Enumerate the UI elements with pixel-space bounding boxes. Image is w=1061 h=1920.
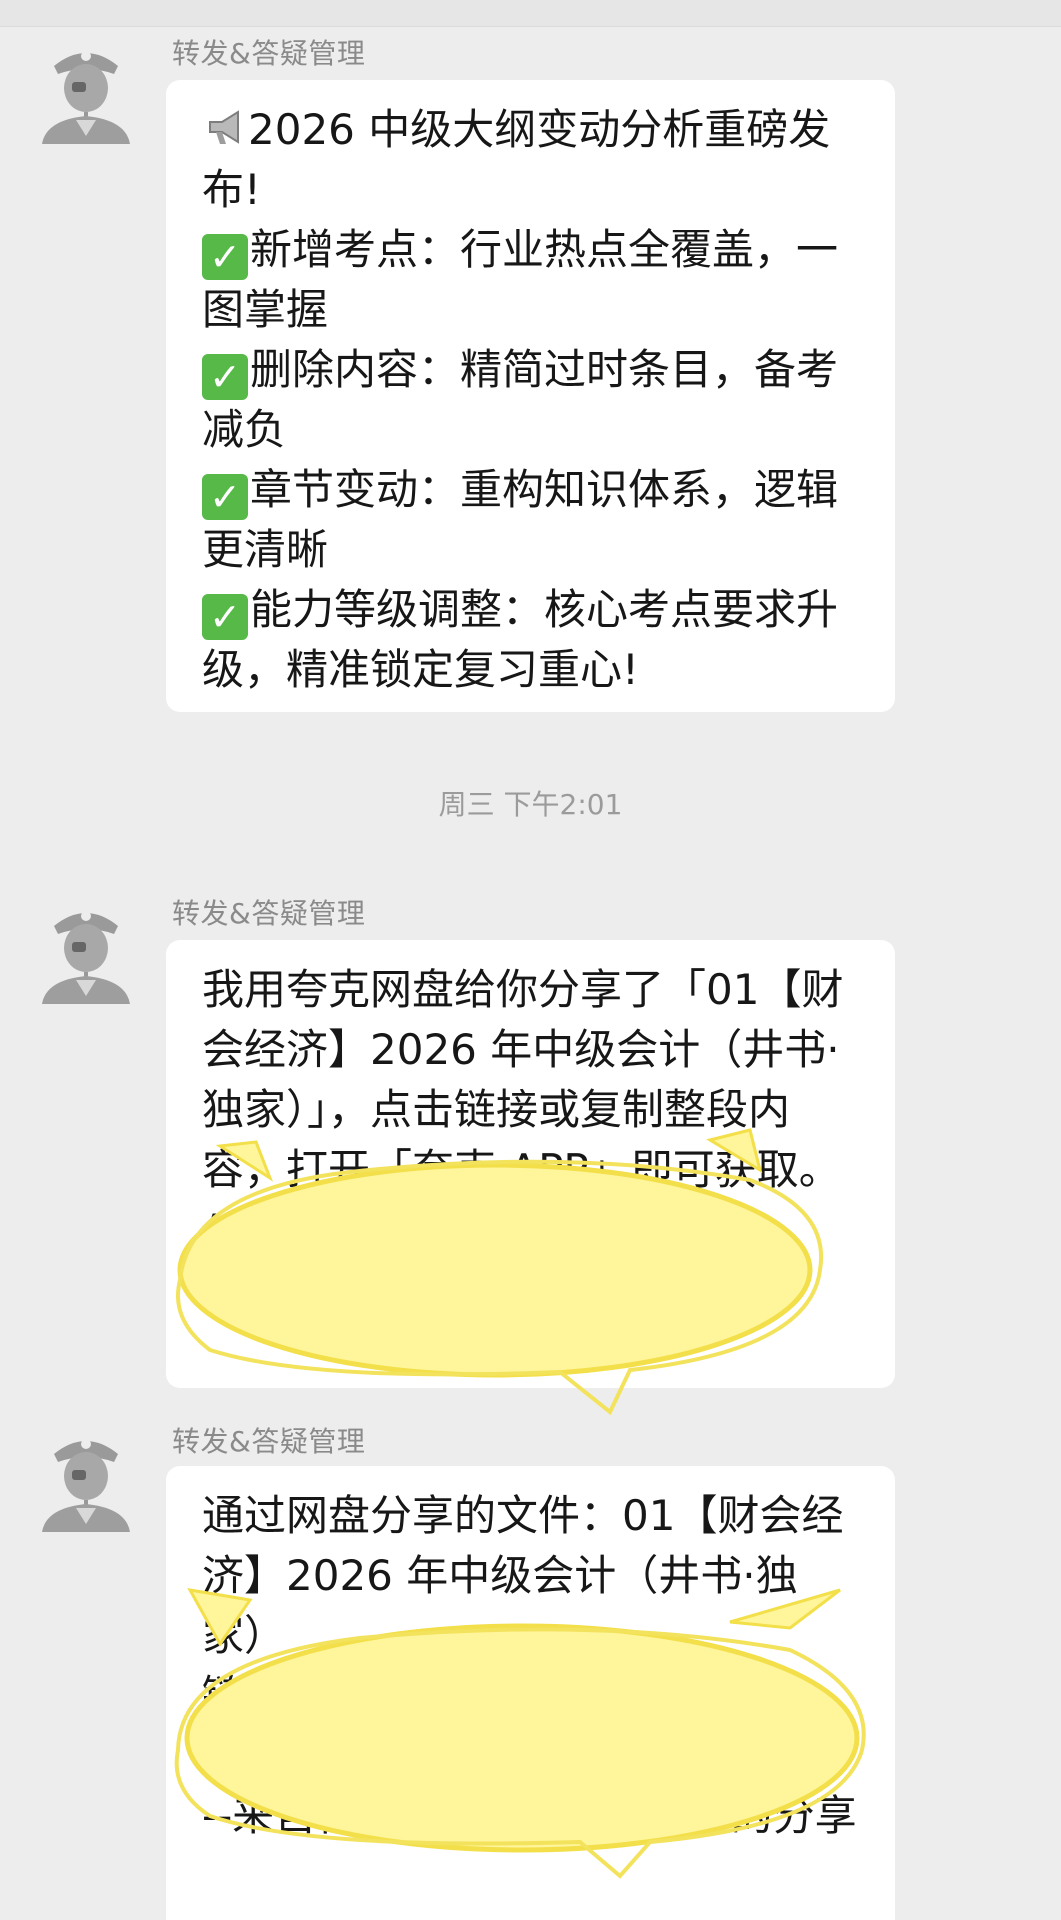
bubble-text-line: 章节变动：重构知识体系，逻辑	[250, 465, 839, 514]
check-mark-icon: ✓	[202, 234, 248, 280]
bubble-text-line: pw	[202, 1731, 264, 1780]
chat-timestamp: 周三 下午2:01	[438, 788, 623, 821]
megaphone-icon	[209, 110, 239, 144]
bubble-text-line: 家）	[202, 1611, 287, 1660]
bubble-text-line: ec	[202, 1265, 251, 1314]
sender-name: 转发&答疑管理	[172, 897, 366, 930]
bubble-text-line: /~d9	[202, 1205, 305, 1254]
bubble-text-line: 新增考点：行业热点全覆盖，一	[250, 225, 839, 274]
bubble-text-line: 容，打开「夸克 APP」即可获取。	[202, 1145, 841, 1194]
bubble-text-line: 级，精准锁定复习重心!	[202, 645, 639, 694]
message-bubble-1[interactable]: 2026 中级大纲变动分析重磅发 布! ✓ 新增考点：行业热点全覆盖，一 图掌握 …	[166, 80, 895, 712]
bubble-text-line: 济】2026 年中级会计（井书·独	[202, 1551, 798, 1600]
check-mark-icon: ✓	[202, 474, 248, 520]
bubble-text-line: 独家）」，点击链接或复制整段内	[202, 1085, 791, 1134]
message-bubble-3[interactable]: 通过网盘分享的文件：01【财会经 济】2026 年中级会计（井书·独 家） 链接…	[166, 1466, 895, 1920]
bubble-text-line: 会经济】2026 年中级会计（井书·	[202, 1025, 840, 1074]
check-mark-icon: ✓	[202, 354, 248, 400]
bubble-text-line: 链接	[202, 1671, 287, 1720]
top-status-strip	[0, 0, 1061, 27]
pirate-avatar-icon[interactable]	[36, 36, 136, 144]
bubble-text-line: 布!	[202, 165, 261, 214]
check-mark-icon: ✓	[202, 594, 248, 640]
bubble-text-line: --来自百度网盘超级会员 v5 的分享	[202, 1791, 857, 1840]
bubble-text-line: 我用夸克网盘给你分享了「01【财	[202, 965, 844, 1014]
bubble-text-line: 删除内容：精简过时条目，备考	[250, 345, 839, 394]
bubble-text-line: 2026 中级大纲变动分析重磅发	[248, 105, 831, 154]
bubble-text-line: 图掌握	[202, 285, 329, 334]
message-bubble-2[interactable]: 我用夸克网盘给你分享了「01【财 会经济】2026 年中级会计（井书· 独家）」…	[166, 940, 895, 1388]
bubble-text-line: 更清晰	[202, 525, 329, 574]
pirate-avatar-icon[interactable]	[36, 1424, 136, 1532]
sender-name: 转发&答疑管理	[172, 1425, 366, 1458]
bubble-text-line: 能力等级调整：核心考点要求升	[250, 585, 839, 634]
sender-name: 转发&答疑管理	[172, 37, 366, 70]
pirate-avatar-icon[interactable]	[36, 896, 136, 1004]
bubble-text-line: 通过网盘分享的文件：01【财会经	[202, 1491, 844, 1540]
bubble-text-line: 减负	[202, 405, 287, 454]
